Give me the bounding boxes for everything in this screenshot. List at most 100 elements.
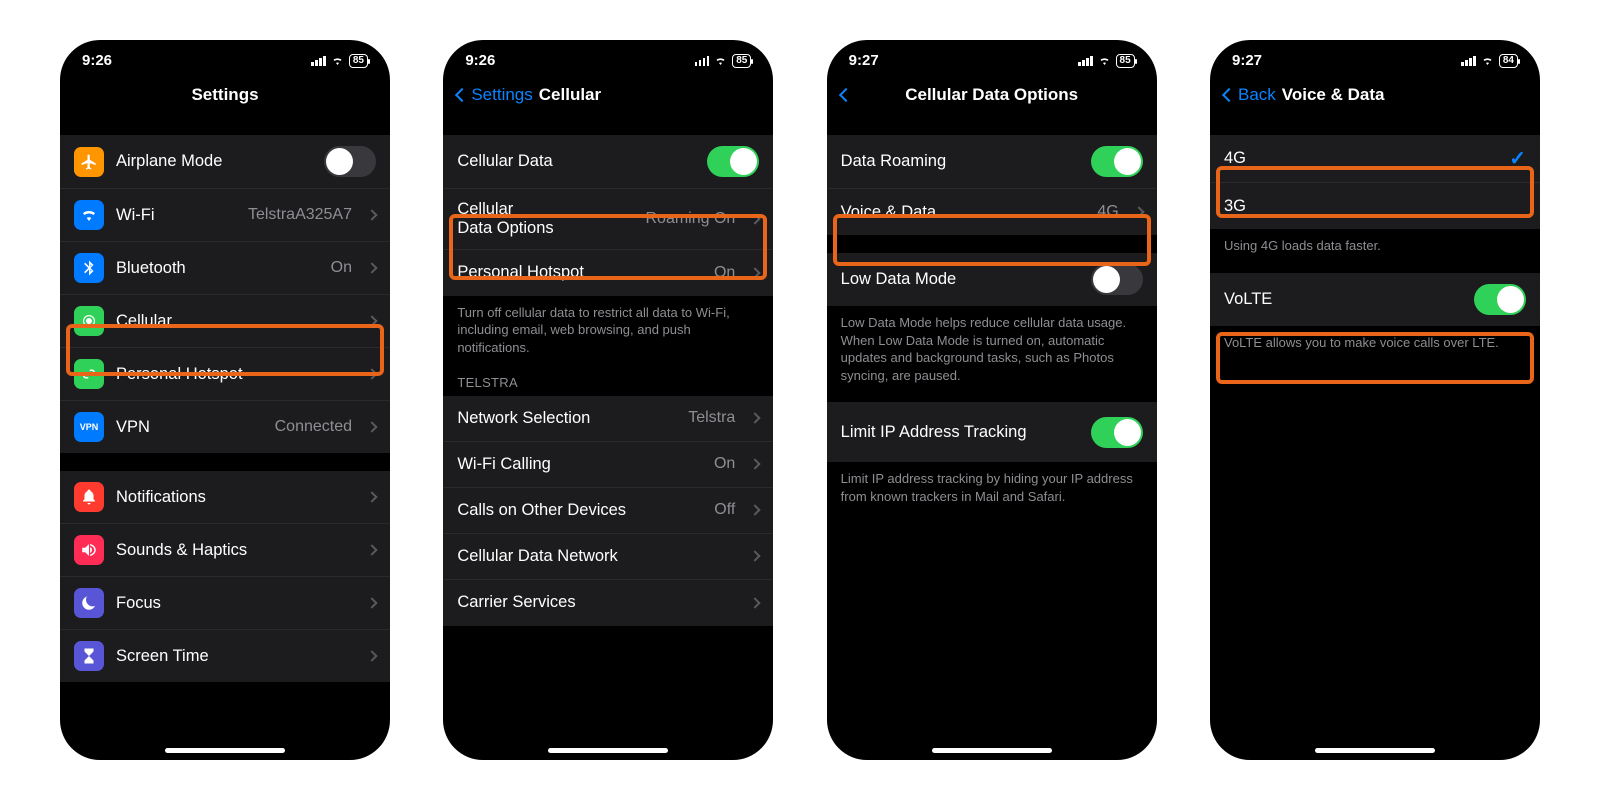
footer-low-data: Low Data Mode helps reduce cellular data…: [827, 306, 1157, 384]
nav-bar: Cellular Data Options: [827, 73, 1157, 117]
chevron-right-icon: [750, 412, 761, 423]
data-roaming-toggle[interactable]: [1091, 146, 1143, 177]
home-indicator[interactable]: [1315, 748, 1435, 753]
row-focus[interactable]: Focus: [60, 577, 390, 630]
row-label: Focus: [116, 594, 352, 613]
cellular-signal-icon: [695, 56, 710, 66]
row-label: VPN: [116, 418, 263, 437]
row-calls-other-devices[interactable]: Calls on Other Devices Off: [443, 488, 773, 534]
row-label: Cellular Data Options: [457, 200, 633, 238]
row-label: Voice & Data: [841, 203, 1086, 222]
page-title: Cellular: [539, 85, 601, 105]
chevron-right-icon: [750, 550, 761, 561]
row-cellular-data-network[interactable]: Cellular Data Network: [443, 534, 773, 580]
status-bar: 9:27 85: [827, 40, 1157, 73]
screen-voice-and-data: 9:27 84 Back Voice & Data 4G ✓ 3G Using …: [1210, 40, 1540, 760]
row-cellular-data-options[interactable]: Cellular Data Options Roaming On: [443, 189, 773, 250]
row-cellular-data[interactable]: Cellular Data: [443, 135, 773, 189]
hourglass-icon: [74, 641, 104, 671]
row-voice-and-data[interactable]: Voice & Data 4G: [827, 189, 1157, 235]
row-network-selection[interactable]: Network Selection Telstra: [443, 396, 773, 442]
row-label: Carrier Services: [457, 593, 735, 612]
battery-icon: 84: [1499, 54, 1518, 68]
screen-settings: 9:26 85 Settings Airplane Mode Wi-Fi Tel…: [60, 40, 390, 760]
cellular-options-list: Data Roaming Voice & Data 4G Low Data Mo…: [827, 117, 1157, 760]
row-label: VoLTE: [1224, 290, 1462, 309]
row-sounds-haptics[interactable]: Sounds & Haptics: [60, 524, 390, 577]
volte-toggle[interactable]: [1474, 284, 1526, 315]
airplane-toggle[interactable]: [324, 146, 376, 177]
row-wifi-calling[interactable]: Wi-Fi Calling On: [443, 442, 773, 488]
row-detail: Telstra: [688, 409, 735, 427]
moon-icon: [74, 588, 104, 618]
row-label: Bluetooth: [116, 259, 319, 278]
cellular-data-toggle[interactable]: [707, 146, 759, 177]
cellular-signal-icon: [1078, 56, 1093, 66]
chevron-right-icon: [366, 315, 377, 326]
row-3g[interactable]: 3G: [1210, 183, 1540, 229]
row-label: 4G: [1224, 149, 1497, 168]
row-label: Low Data Mode: [841, 270, 1079, 289]
cellular-signal-icon: [311, 56, 326, 66]
row-low-data-mode[interactable]: Low Data Mode: [827, 253, 1157, 306]
chevron-right-icon: [366, 209, 377, 220]
row-screen-time[interactable]: Screen Time: [60, 630, 390, 682]
row-carrier-services[interactable]: Carrier Services: [443, 580, 773, 626]
row-cellular[interactable]: Cellular: [60, 295, 390, 348]
back-button[interactable]: Back: [1224, 85, 1276, 105]
speaker-icon: [74, 535, 104, 565]
row-wifi[interactable]: Wi-Fi TelstraA325A7: [60, 189, 390, 242]
row-4g[interactable]: 4G ✓: [1210, 135, 1540, 183]
back-button[interactable]: Settings: [457, 85, 532, 105]
status-bar: 9:26 85: [443, 40, 773, 73]
row-airplane-mode[interactable]: Airplane Mode: [60, 135, 390, 189]
cellular-list: Cellular Data Cellular Data Options Roam…: [443, 117, 773, 760]
nav-bar: Settings: [60, 73, 390, 117]
status-icons: 84: [1461, 54, 1518, 68]
voice-data-list: 4G ✓ 3G Using 4G loads data faster. VoLT…: [1210, 117, 1540, 760]
cellular-icon: [74, 306, 104, 336]
footer-cellular-data: Turn off cellular data to restrict all d…: [443, 296, 773, 357]
battery-icon: 85: [349, 54, 368, 68]
home-indicator[interactable]: [932, 748, 1052, 753]
row-detail: Roaming On: [646, 210, 736, 228]
row-detail: On: [714, 264, 735, 282]
chevron-right-icon: [366, 650, 377, 661]
row-label: Wi-Fi Calling: [457, 455, 702, 474]
footer-limit-ip: Limit IP address tracking by hiding your…: [827, 462, 1157, 505]
row-notifications[interactable]: Notifications: [60, 471, 390, 524]
row-volte[interactable]: VoLTE: [1210, 273, 1540, 326]
back-button[interactable]: [841, 90, 853, 100]
wifi-icon: [713, 55, 728, 67]
row-data-roaming[interactable]: Data Roaming: [827, 135, 1157, 189]
wifi-icon: [330, 55, 345, 67]
low-data-toggle[interactable]: [1091, 264, 1143, 295]
row-limit-ip-tracking[interactable]: Limit IP Address Tracking: [827, 402, 1157, 462]
page-title: Voice & Data: [1282, 85, 1385, 105]
home-indicator[interactable]: [548, 748, 668, 753]
status-icons: 85: [695, 54, 752, 68]
row-vpn[interactable]: VPN VPN Connected: [60, 401, 390, 453]
vpn-icon: VPN: [74, 412, 104, 442]
settings-list: Airplane Mode Wi-Fi TelstraA325A7 Blueto…: [60, 117, 390, 760]
row-personal-hotspot[interactable]: Personal Hotspot On: [443, 250, 773, 296]
row-label: Airplane Mode: [116, 152, 312, 171]
row-label: 3G: [1224, 197, 1526, 216]
chevron-left-icon: [1222, 88, 1236, 102]
row-personal-hotspot[interactable]: Personal Hotspot: [60, 348, 390, 401]
row-bluetooth[interactable]: Bluetooth On: [60, 242, 390, 295]
row-label: Data Roaming: [841, 152, 1079, 171]
row-detail: 4G: [1097, 203, 1118, 221]
row-label: Sounds & Haptics: [116, 541, 352, 560]
status-time: 9:26: [465, 52, 495, 69]
wifi-icon: [74, 200, 104, 230]
chevron-right-icon: [366, 491, 377, 502]
row-detail: Connected: [275, 418, 352, 436]
chevron-right-icon: [750, 213, 761, 224]
chevron-right-icon: [750, 267, 761, 278]
footer-volte: VoLTE allows you to make voice calls ove…: [1210, 326, 1540, 352]
limit-ip-toggle[interactable]: [1091, 417, 1143, 448]
row-detail: Off: [714, 501, 735, 519]
chevron-right-icon: [750, 504, 761, 515]
home-indicator[interactable]: [165, 748, 285, 753]
